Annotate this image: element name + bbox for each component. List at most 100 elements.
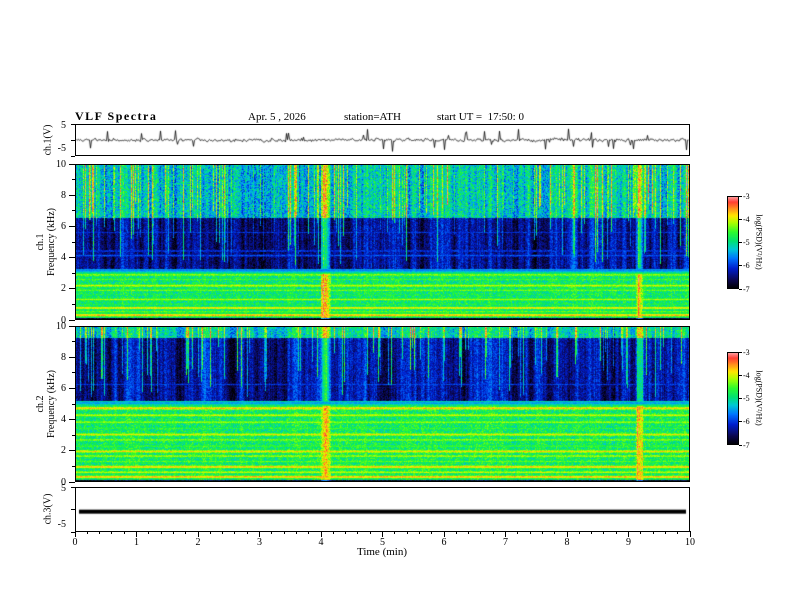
y-axis-tick-label: -5 — [57, 143, 66, 154]
x-axis-tick — [246, 531, 248, 534]
y-axis-tick — [69, 356, 75, 358]
x-axis-tick — [234, 531, 236, 534]
colorbar-tick — [739, 351, 742, 353]
y-axis-tick-label: 2 — [61, 283, 66, 295]
y-axis-tick — [69, 387, 75, 389]
x-axis-tick — [123, 531, 125, 534]
colorbar-tick — [739, 242, 742, 243]
x-axis-tick-label: 5 — [380, 537, 385, 548]
y-axis-tick — [69, 319, 75, 321]
colorbar-ch1-canvas — [728, 197, 738, 288]
y-axis-tick-label: 2 — [61, 445, 66, 457]
y-axis-tick — [69, 257, 75, 259]
panel-ch3-waveform — [75, 487, 690, 532]
y-axis-tick — [69, 419, 75, 421]
colorbar-ch2 — [727, 352, 739, 445]
colorbar-ch1 — [727, 196, 739, 289]
y-axis-tick-label: 10 — [56, 158, 66, 170]
y-axis-tick — [72, 241, 75, 243]
x-axis-tick — [111, 531, 113, 534]
x-axis-tick-label: 9 — [626, 537, 631, 548]
x-axis-tick — [480, 531, 482, 534]
colorbar-tick — [739, 398, 742, 399]
x-axis-tick — [406, 531, 408, 534]
ylabel-ch1-frequency-line2: Frequency (kHz) — [46, 207, 57, 277]
y-axis-tick — [71, 509, 75, 510]
y-axis-tick — [72, 465, 75, 467]
y-axis-tick — [72, 372, 75, 374]
y-axis-tick — [69, 288, 75, 290]
x-axis-tick — [209, 531, 211, 534]
x-axis-tick — [492, 531, 494, 534]
colorbar-tick — [739, 218, 742, 220]
colorbar-tick-label: -7 — [743, 440, 750, 450]
y-axis-tick-label: 4 — [61, 414, 66, 426]
x-axis-tick — [308, 531, 310, 534]
ch1-spectrogram-canvas — [76, 165, 689, 319]
panel-ch1-waveform — [75, 124, 690, 156]
ch2-spectrogram-canvas — [76, 327, 689, 481]
colorbar-tick-label: -7 — [743, 284, 750, 294]
y-axis-tick-label: 5 — [61, 483, 66, 494]
colorbar-tick-label: -5 — [743, 238, 750, 247]
colorbar-tick — [739, 444, 742, 446]
ylabel-ch1-frequency: ch.1 Frequency (kHz) — [35, 208, 57, 276]
x-axis-tick-label: 3 — [257, 537, 262, 548]
y-axis-tick — [71, 486, 75, 488]
x-axis-tick-label: 8 — [564, 537, 570, 548]
y-axis-tick — [69, 194, 75, 196]
x-axis-tick — [160, 531, 162, 534]
x-axis-tick-label: 10 — [685, 537, 695, 548]
y-axis-tick-label: 10 — [56, 320, 66, 332]
panel-ch2-spectrogram — [75, 326, 690, 482]
x-axis-tick — [664, 531, 666, 534]
x-axis-tick — [283, 531, 285, 534]
x-axis-tick — [271, 531, 273, 534]
colorbar-tick-label: -4 — [743, 214, 750, 224]
colorbar-tick — [739, 421, 742, 423]
header-start-ut: start UT = 17:50: 0 — [437, 111, 524, 123]
x-axis-tick — [455, 531, 457, 534]
x-axis-tick — [591, 531, 593, 534]
y-axis-tick — [69, 325, 75, 327]
x-axis-tick — [554, 531, 556, 534]
x-axis-tick — [295, 531, 297, 534]
y-axis-tick — [72, 179, 75, 181]
x-axis-tick — [418, 531, 420, 534]
x-axis-tick — [517, 531, 519, 534]
y-axis-tick — [72, 303, 75, 305]
x-axis-tick — [640, 531, 642, 534]
colorbar-tick-label: -5 — [743, 394, 750, 403]
y-axis-tick — [71, 531, 75, 533]
x-axis-tick — [431, 531, 433, 534]
vlf-spectra-figure: VLF Spectra Apr. 5 , 2026 station=ATH st… — [0, 0, 792, 612]
y-axis-tick — [72, 341, 75, 343]
y-axis-tick — [69, 481, 75, 483]
panel-ch1-spectrogram — [75, 164, 690, 320]
y-axis-tick-label: 5 — [61, 120, 66, 131]
ylabel-ch2-frequency-line1: ch.2 — [35, 395, 46, 413]
colorbar-tick-label: -3 — [743, 191, 750, 201]
x-axis-tick — [185, 531, 187, 534]
x-axis-tick-label: 4 — [318, 537, 324, 548]
colorbar-tick — [739, 265, 742, 267]
x-axis-tick — [603, 531, 605, 534]
x-axis-tick — [222, 531, 224, 534]
x-axis-tick — [332, 531, 334, 534]
y-axis-tick — [71, 123, 75, 125]
y-axis-tick — [71, 139, 75, 141]
x-axis-tick — [529, 531, 531, 534]
x-axis-tick-label: 7 — [503, 537, 508, 548]
y-axis-tick — [71, 155, 75, 157]
colorbar-ch2-canvas — [728, 353, 738, 444]
x-axis-tick — [615, 531, 617, 534]
y-axis-tick — [72, 210, 75, 212]
y-axis-tick-label: -5 — [57, 519, 66, 530]
y-axis-tick — [69, 450, 75, 452]
x-axis-tick — [99, 531, 101, 534]
x-axis-tick — [652, 531, 654, 534]
x-axis-tick-label: 0 — [72, 537, 78, 548]
y-axis-tick — [72, 434, 75, 436]
y-axis-tick-label: 8 — [61, 351, 66, 363]
header-station: station=ATH — [344, 111, 401, 123]
